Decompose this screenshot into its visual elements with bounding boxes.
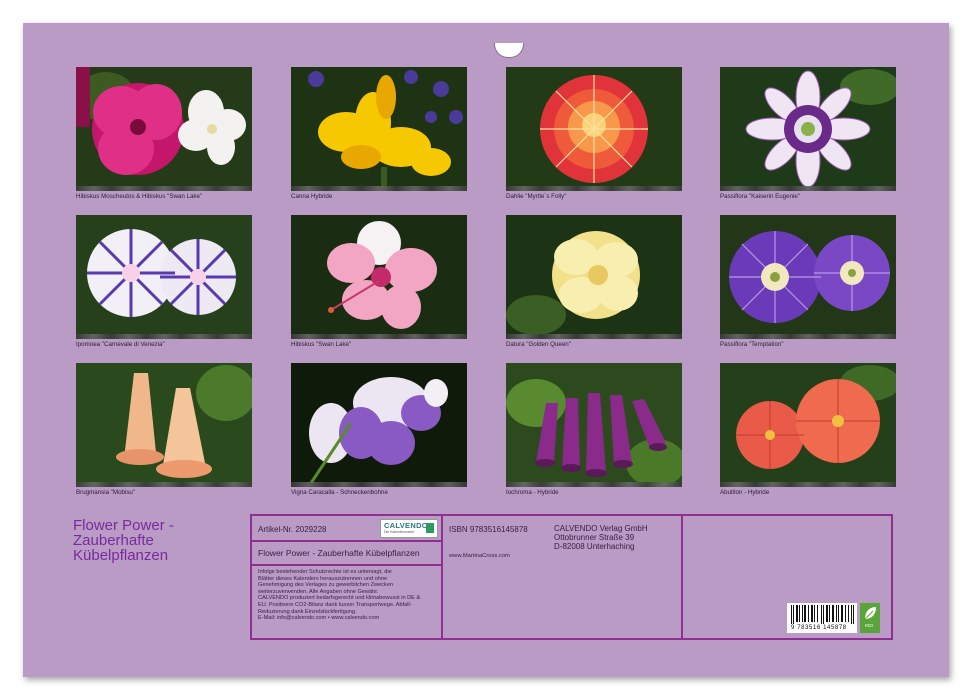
publisher-line: CALVENDO Verlag GmbH (554, 524, 648, 533)
caption-vigna: Vigna Caracalla - Schneckenbohne (291, 489, 388, 496)
barcode-number: 9 783516 145878 (791, 625, 847, 631)
eco-badge: eco (860, 603, 880, 633)
author-website[interactable]: www.MartinaCross.com (449, 553, 510, 559)
caption-hibiscus-swan: Hibiskus "Swan Lake" (291, 341, 352, 348)
publisher-line: D-82008 Unterhaching (554, 542, 635, 551)
caption-passiflora-temptation: Passiflora "Temptation" (720, 341, 784, 348)
caption-datura: Datura "Golden Queen" (506, 341, 571, 348)
logo-tagline: Die Kalendermarke (384, 530, 414, 534)
photo-vigna (291, 363, 467, 487)
copyright-line: Blätter dieses Kalenders herauszutrennen… (258, 575, 388, 582)
divider (681, 516, 683, 638)
caption-abutilon: Abutilon - Hybride (720, 489, 770, 496)
leaf-icon (864, 607, 876, 620)
isbn-barcode: 9 783516 145878 (787, 603, 857, 633)
photo-ipomoea (76, 215, 252, 339)
photo-dahlia (506, 67, 682, 191)
publisher-info-box: Artikel-Nr. 2029228 CALVENDO Die Kalende… (250, 514, 893, 640)
caption-canna: Canna Hybride (291, 193, 333, 200)
caption-dahlia: Dahlie "Myrtle´s Folly" (506, 193, 567, 200)
photo-passiflora-eugenie (720, 67, 896, 191)
copyright-line: E-Mail: info@calvendo.com • www.calvendo… (258, 615, 380, 622)
isbn: ISBN 9783516145878 (449, 525, 528, 534)
photo-hibiscus (76, 67, 252, 191)
copyright-line: Reduzierung dank Einzelstückfertigung. (258, 608, 357, 615)
calendar-title: Flower Power - Zauberhafte Kübelpflanzen (73, 518, 243, 563)
copyright-line: CALVENDO produziert bedarfsgerecht und k… (258, 595, 421, 602)
copyright-line: EU. Positivere CO2-Bilanz dank kurzer Tr… (258, 601, 412, 608)
hanging-hole (494, 43, 524, 58)
divider (252, 540, 441, 542)
title-line-1: Flower Power - (73, 517, 174, 534)
product-title: Flower Power - Zauberhafte Kübelpflanzen (258, 548, 420, 558)
photo-abutilon (720, 363, 896, 487)
caption-brugmansia: Brugmansia "Mobisu" (76, 489, 136, 496)
eco-label: eco (865, 623, 874, 629)
title-line-2: Zauberhafte (73, 532, 154, 549)
photo-datura (506, 215, 682, 339)
caption-iochroma: Iochroma - Hybride (506, 489, 559, 496)
publisher-address: CALVENDO Verlag GmbH Ottobrunner Straße … (554, 524, 648, 551)
copyright-line: weiterzuverwenden. Alle Angaben ohne Gew… (258, 588, 379, 595)
photo-iochroma (506, 363, 682, 487)
caption-hibiscus: Hibiskus Moscheutos & Hibiskus "Swan Lak… (76, 193, 203, 200)
copyright-line: Genehmigung des Verlages zu gewerblichen… (258, 582, 393, 589)
logo-name: CALVENDO (384, 521, 428, 530)
photo-passiflora-temptation (720, 215, 896, 339)
divider (441, 516, 443, 638)
caption-passiflora-eugenie: Passiflora "Kaiserin Eugenie" (720, 193, 801, 200)
copyright-line: Infolge bestehender Schutzrechte ist es … (258, 569, 392, 575)
title-line-3: Kübelpflanzen (73, 547, 169, 564)
article-number: Artikel-Nr. 2029228 (258, 525, 327, 534)
copyright-notice: Infolge bestehender Schutzrechte ist es … (258, 569, 420, 622)
caption-ipomoea: Ipomoea "Carnevale di Venezia" (76, 341, 165, 348)
calvendo-logo: CALVENDO Die Kalendermarke (380, 519, 438, 538)
photo-brugmansia (76, 363, 252, 487)
photo-hibiscus-swan (291, 215, 467, 339)
divider (252, 564, 441, 566)
photo-canna (291, 67, 467, 191)
publisher-line: Ottobrunner Straße 39 (554, 533, 635, 542)
logo-mark-icon (426, 523, 434, 533)
